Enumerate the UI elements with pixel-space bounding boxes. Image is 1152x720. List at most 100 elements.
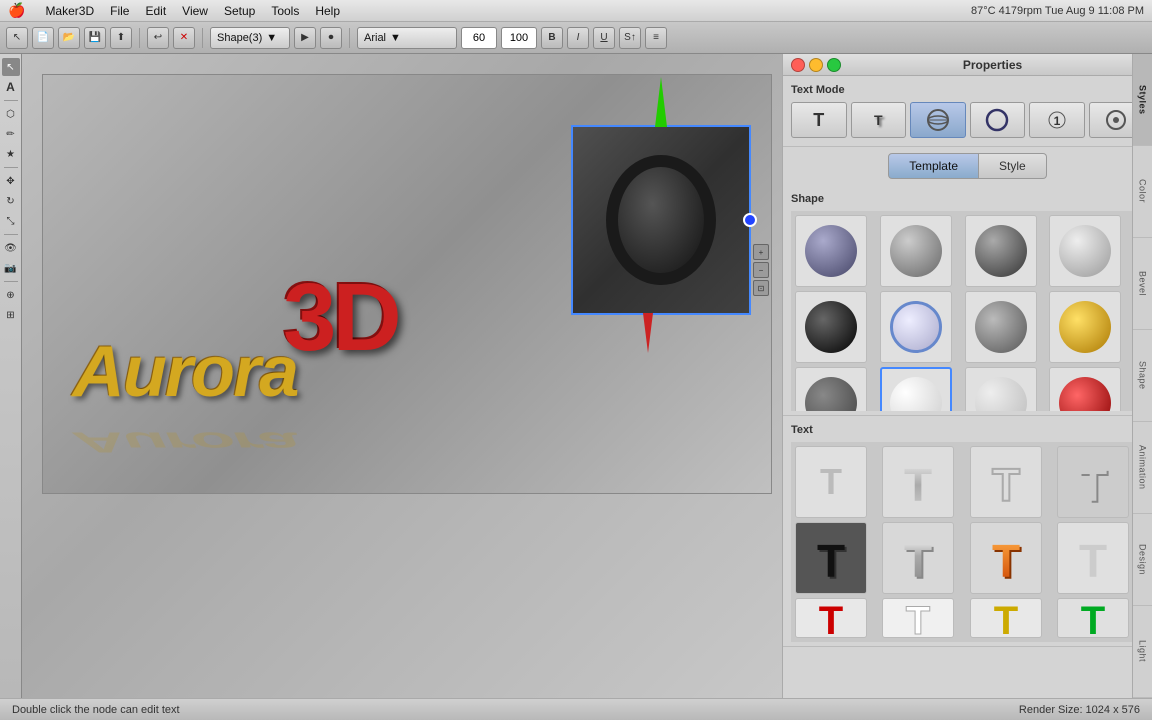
selected-object[interactable] — [571, 125, 751, 315]
tool-select[interactable]: ↖ — [2, 58, 20, 76]
template-style-tabs: Template Style — [783, 147, 1152, 185]
menu-help[interactable]: Help — [315, 4, 340, 18]
text-grid: T T T TT — [791, 442, 1144, 642]
font-dropdown[interactable]: Arial▼ — [357, 27, 457, 49]
toolbar-arrow-tool[interactable]: ↖ — [6, 27, 28, 49]
panel-window-controls — [791, 58, 841, 72]
menu-maker3d[interactable]: Maker3D — [45, 4, 94, 18]
tool-move[interactable]: ✥ — [2, 172, 20, 190]
shape-item-2[interactable] — [880, 215, 952, 287]
svg-text:T: T — [991, 459, 1019, 507]
menu-setup[interactable]: Setup — [224, 4, 255, 18]
style-tab[interactable]: Style — [979, 153, 1047, 179]
panel-max-btn[interactable] — [827, 58, 841, 72]
text-item-9[interactable]: T — [795, 598, 867, 638]
vtab-shape[interactable]: Shape — [1133, 330, 1152, 422]
toolbar-bold[interactable]: B — [541, 27, 563, 49]
shape-item-11[interactable] — [965, 367, 1037, 411]
text-mode-round[interactable]: 1 — [1029, 102, 1085, 138]
menu-view[interactable]: View — [182, 4, 208, 18]
toolbar-record[interactable]: ⏺ — [320, 27, 342, 49]
font-scale-input[interactable] — [501, 27, 537, 49]
text-item-6[interactable]: TT — [882, 522, 954, 594]
shape-item-4[interactable] — [1049, 215, 1121, 287]
shape-item-5[interactable] — [795, 291, 867, 363]
svg-text:T: T — [1079, 535, 1107, 583]
tool-draw[interactable]: ✏ — [2, 125, 20, 143]
vtab-light[interactable]: Light — [1133, 606, 1152, 698]
text-item-12[interactable]: T — [1057, 598, 1129, 638]
shape-item-7[interactable] — [965, 291, 1037, 363]
toolbar-save[interactable]: 💾 — [84, 27, 106, 49]
tool-more1[interactable]: ⊕ — [2, 286, 20, 304]
toolbar-superscript[interactable]: S↑ — [619, 27, 641, 49]
toolbar-delete[interactable]: ✕ — [173, 27, 195, 49]
text-item-4[interactable]: TT — [1057, 446, 1129, 518]
tool-more2[interactable]: ⊞ — [2, 306, 20, 324]
text-section-label: Text — [791, 424, 1144, 436]
text-item-7[interactable]: TT — [970, 522, 1042, 594]
canvas-area[interactable]: Aurora 3D Aurora + − ⊡ — [22, 54, 782, 698]
vtab-bevel[interactable]: Bevel — [1133, 238, 1152, 330]
toolbar-new[interactable]: 📄 — [32, 27, 54, 49]
shape-grid — [791, 211, 1144, 411]
text-item-1[interactable]: T — [795, 446, 867, 518]
shape-section: Shape — [783, 185, 1152, 416]
menu-edit[interactable]: Edit — [145, 4, 166, 18]
shape-item-3[interactable] — [965, 215, 1037, 287]
vtab-animation[interactable]: Animation — [1133, 422, 1152, 514]
apple-menu[interactable]: 🍎 — [8, 2, 25, 19]
tool-text[interactable]: A — [2, 78, 20, 96]
canvas-zoom-in[interactable]: + — [753, 244, 769, 260]
tool-shape[interactable]: ⬡ — [2, 105, 20, 123]
text-mode-sphere[interactable] — [910, 102, 966, 138]
toolbar-italic[interactable]: I — [567, 27, 589, 49]
text-item-3[interactable]: T — [970, 446, 1042, 518]
svg-text:T: T — [819, 599, 843, 638]
shape-dropdown[interactable]: Shape(3)▼ — [210, 27, 290, 49]
shape-item-12[interactable] — [1049, 367, 1121, 411]
text-item-2[interactable]: T — [882, 446, 954, 518]
toolbar-underline[interactable]: U — [593, 27, 615, 49]
panel-min-btn[interactable] — [809, 58, 823, 72]
text-mode-plain[interactable]: T — [791, 102, 847, 138]
toolbar-play[interactable]: ▶ — [294, 27, 316, 49]
transform-handle-right[interactable] — [743, 213, 757, 227]
text-item-8[interactable]: T — [1057, 522, 1129, 594]
tool-eye[interactable]: 👁 — [2, 239, 20, 257]
toolbar-undo[interactable]: ↩ — [147, 27, 169, 49]
text-item-10[interactable]: T — [882, 598, 954, 638]
text-item-11[interactable]: T — [970, 598, 1042, 638]
transform-arrow-up — [655, 77, 667, 127]
tool-star[interactable]: ★ — [2, 145, 20, 163]
vtab-styles[interactable]: Styles — [1133, 76, 1152, 146]
tool-camera[interactable]: 📷 — [2, 259, 20, 277]
aurora-3d-label: 3D — [283, 263, 398, 373]
toolbar-align-left[interactable]: ≡ — [645, 27, 667, 49]
toolbar-export[interactable]: ⬆ — [110, 27, 132, 49]
vertical-tabs: Styles Color Bevel Shape Animation Desig… — [1132, 76, 1152, 698]
text-item-5[interactable]: TT — [795, 522, 867, 594]
shape-item-8[interactable] — [1049, 291, 1121, 363]
toolbar-open[interactable]: 📂 — [58, 27, 80, 49]
shape-item-9[interactable] — [795, 367, 867, 411]
menu-tools[interactable]: Tools — [271, 4, 299, 18]
tool-rotate[interactable]: ↻ — [2, 192, 20, 210]
tool-scale[interactable]: ⤡ — [2, 212, 20, 230]
canvas-fit[interactable]: ⊡ — [753, 280, 769, 296]
tool-sep4 — [4, 281, 18, 282]
text-mode-sphere2[interactable] — [970, 102, 1026, 138]
text-mode-extrude[interactable]: T — [851, 102, 907, 138]
canvas-zoom-out[interactable]: − — [753, 262, 769, 278]
font-size-input[interactable] — [461, 27, 497, 49]
shape-item-6[interactable] — [880, 291, 952, 363]
vtab-color[interactable]: Color — [1133, 146, 1152, 238]
shape-item-10[interactable] — [880, 367, 952, 411]
shape-item-1[interactable] — [795, 215, 867, 287]
template-tab[interactable]: Template — [888, 153, 979, 179]
menubar-right-info: 87°C 4179rpm Tue Aug 9 11:08 PM — [971, 5, 1144, 17]
menu-file[interactable]: File — [110, 4, 129, 18]
panel-close-btn[interactable] — [791, 58, 805, 72]
text-mode-label: Text Mode — [791, 84, 1144, 96]
vtab-design[interactable]: Design — [1133, 514, 1152, 606]
